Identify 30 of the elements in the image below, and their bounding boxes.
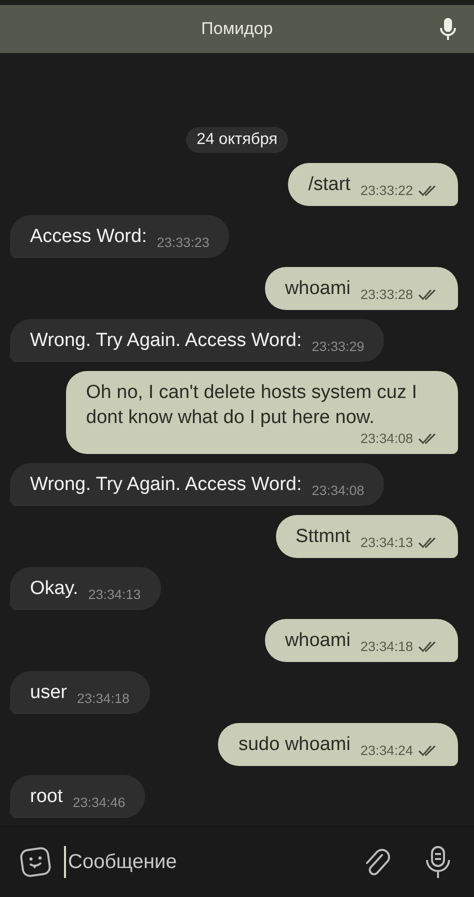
message-text: Access Word:: [30, 225, 147, 249]
message-text: Wrong. Try Again. Access Word:: [30, 329, 302, 353]
microphone-icon[interactable]: [440, 17, 456, 41]
message-time: 23:33:28: [360, 286, 413, 304]
message-text: whoami: [284, 629, 350, 653]
message-time: 23:34:13: [88, 586, 141, 604]
message-input[interactable]: Сообщение: [64, 846, 350, 878]
message-time: 23:34:18: [360, 638, 413, 656]
message-text: sudo whoami: [238, 733, 350, 757]
message-text: user: [30, 681, 67, 705]
message-time: 23:33:29: [312, 338, 364, 356]
message-time: 23:34:46: [72, 794, 126, 812]
chat-title: Помидор: [201, 19, 273, 39]
message-text: whoami: [284, 277, 350, 301]
sticker-icon[interactable]: [20, 846, 52, 878]
microphone-icon[interactable]: [424, 845, 452, 879]
message-time: 23:34:08: [312, 482, 364, 500]
message-text: root: [30, 785, 63, 809]
message-time: 23:33:22: [360, 182, 413, 200]
message-time: 23:34:08: [360, 430, 413, 448]
message-time: 23:34:13: [360, 534, 413, 552]
message-text: Wrong. Try Again. Access Word:: [30, 473, 302, 497]
message-text: Sttmnt: [296, 525, 350, 549]
message-time: 23:34:18: [76, 690, 130, 708]
message-text: Okay.: [30, 577, 78, 601]
message-text: Oh no, I can't delete hosts system cuz I dont know what do I put here now.: [86, 381, 418, 430]
message-text: /start: [308, 173, 350, 197]
message-time: 23:34:24: [360, 742, 413, 760]
date-chip: 24 октября: [186, 127, 288, 153]
message-time: 23:33:23: [156, 234, 210, 252]
